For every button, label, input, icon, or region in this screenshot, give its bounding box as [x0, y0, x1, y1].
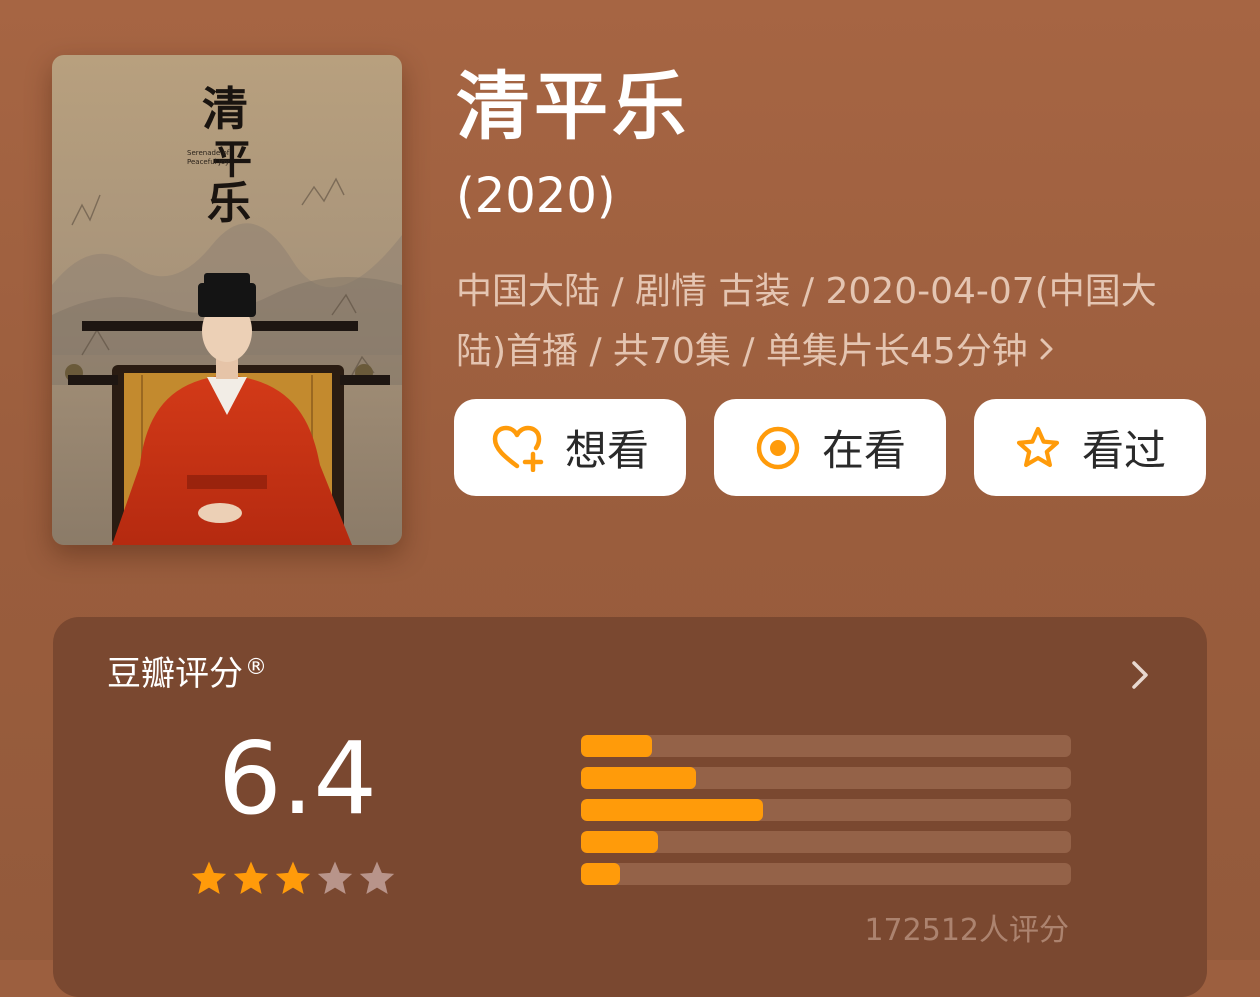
- watching-label: 在看: [821, 426, 906, 475]
- heart-plus-icon: [491, 424, 545, 472]
- distribution-bar-3: [581, 799, 1071, 821]
- svg-text:Peaceful Joy: Peaceful Joy: [187, 158, 229, 166]
- target-circle-icon: [754, 424, 802, 472]
- star-outline-icon: [1014, 424, 1062, 472]
- release-year: (2020): [456, 168, 616, 224]
- star-filled-icon: [233, 861, 269, 894]
- want-to-watch-label: 想看: [564, 426, 649, 475]
- registered-mark: ®: [245, 655, 267, 680]
- distribution-bar-fill-1: [581, 863, 621, 885]
- rating-heading-text: 豆瓣评分: [107, 654, 243, 694]
- rating-heading: 豆瓣评分®: [107, 654, 267, 694]
- distribution-bar-fill-2: [581, 831, 659, 853]
- poster-calligraphy-3: 乐: [207, 178, 251, 229]
- chevron-right-icon[interactable]: [1129, 657, 1151, 697]
- distribution-bar-fill-3: [581, 799, 764, 821]
- watching-button[interactable]: 在看: [714, 399, 946, 496]
- poster-image[interactable]: 清 平 乐 Serenade of Peaceful Joy: [52, 55, 402, 545]
- action-buttons: 想看 在看 看过: [454, 399, 1206, 496]
- star-filled-icon: [275, 861, 311, 894]
- douban-rating-card[interactable]: 豆瓣评分® 6.4 172512人评分: [53, 617, 1207, 997]
- watched-button[interactable]: 看过: [974, 399, 1206, 496]
- want-to-watch-button[interactable]: 想看: [454, 399, 686, 496]
- star-empty-icon: [317, 861, 353, 894]
- page-title: 清平乐: [456, 64, 690, 150]
- page: 清 平 乐 Serenade of Peaceful Joy 清平乐 (2020…: [0, 0, 1260, 997]
- distribution-bar-4: [581, 767, 1071, 789]
- chevron-right-icon: [1038, 322, 1056, 382]
- distribution-bar-1: [581, 863, 1071, 885]
- distribution-bar-fill-5: [581, 735, 653, 757]
- poster-subtitle: Serenade of: [187, 149, 230, 157]
- distribution-bar-2: [581, 831, 1071, 853]
- show-meta-info[interactable]: 中国大陆 / 剧情 古装 / 2020-04-07(中国大陆)首播 / 共70集…: [456, 262, 1186, 382]
- score-stars: [189, 859, 397, 899]
- watched-label: 看过: [1081, 426, 1166, 475]
- rating-score: 6.4: [218, 720, 378, 837]
- star-empty-icon: [359, 861, 395, 894]
- distribution-bar-fill-4: [581, 767, 697, 789]
- distribution-bar-5: [581, 735, 1071, 757]
- star-filled-icon: [191, 861, 227, 894]
- poster-calligraphy-1: 清: [202, 82, 248, 136]
- rating-count: 172512人评分: [864, 913, 1069, 948]
- poster-artwork: 清 平 乐 Serenade of Peaceful Joy: [52, 55, 402, 545]
